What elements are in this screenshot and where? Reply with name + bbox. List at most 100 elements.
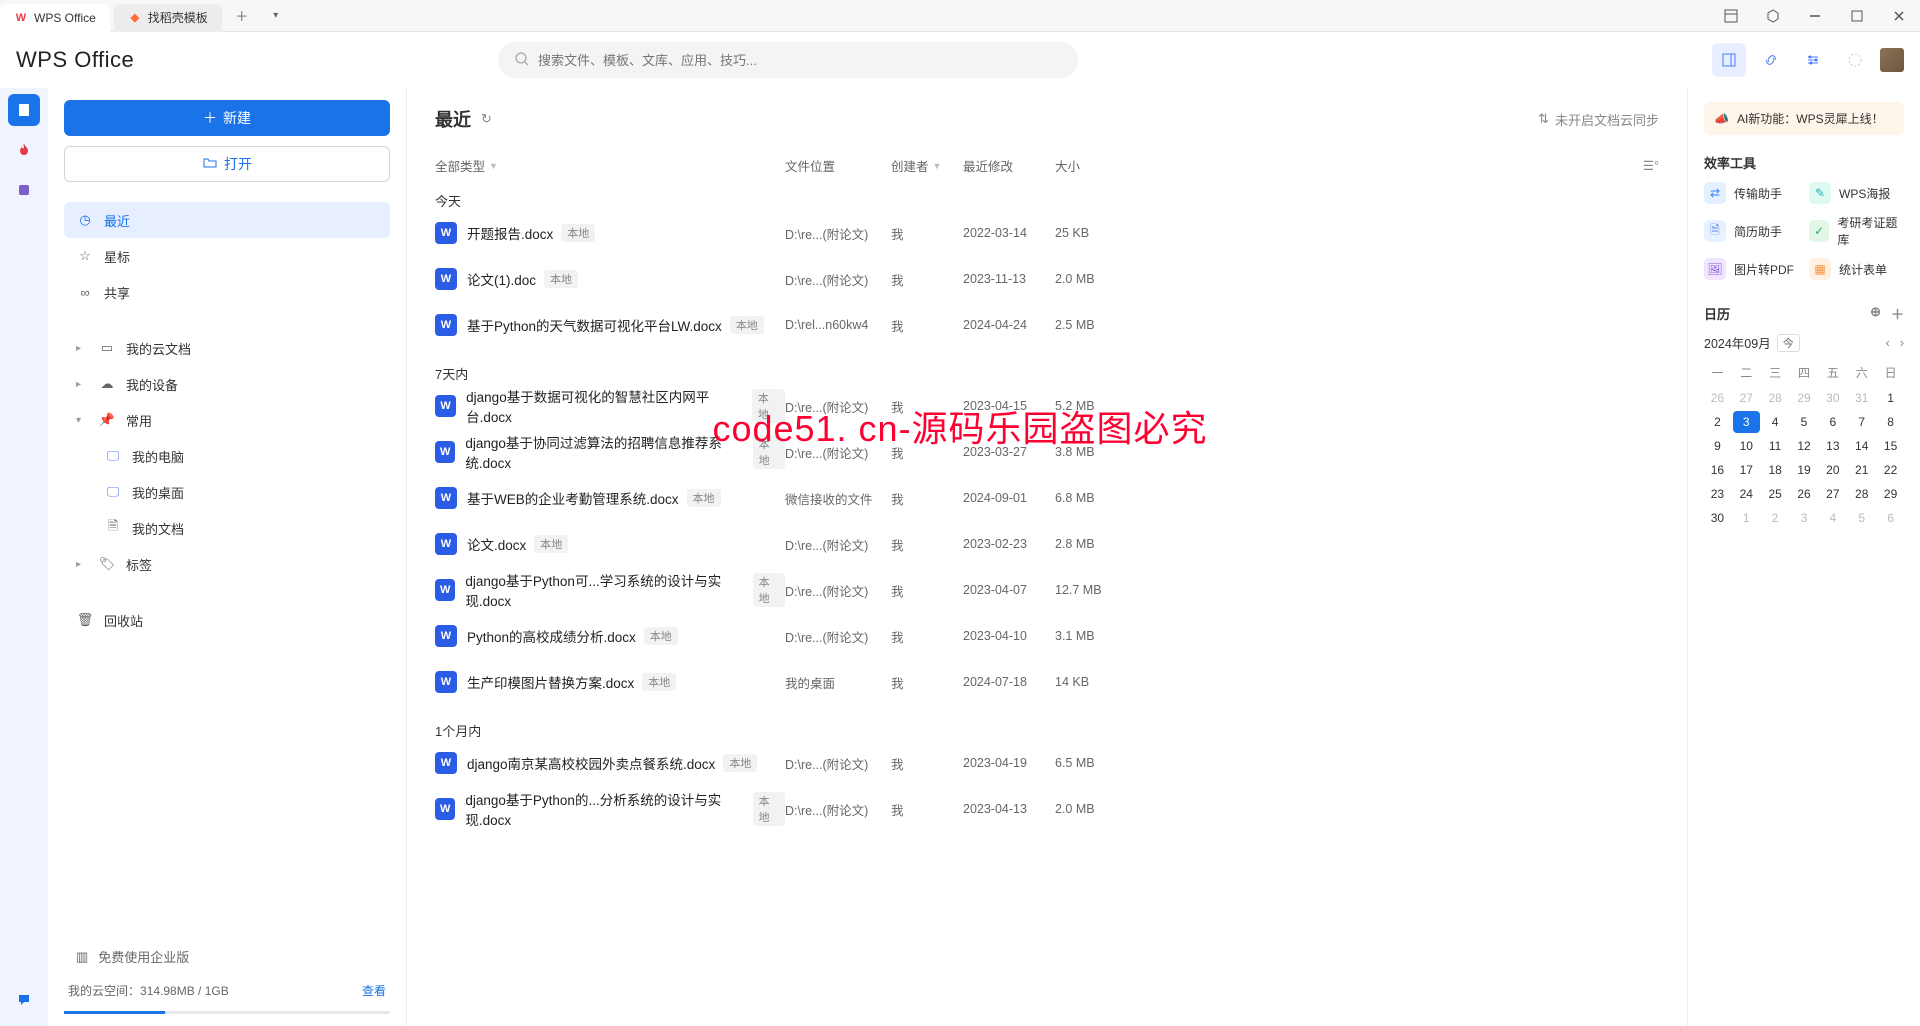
calendar-day[interactable]: 16: [1704, 459, 1731, 481]
calendar-day[interactable]: 25: [1762, 483, 1789, 505]
maximize-button[interactable]: [1836, 0, 1878, 32]
calendar-day[interactable]: 28: [1848, 483, 1875, 505]
nav-my-pc[interactable]: 🖵我的电脑: [64, 438, 390, 474]
tool-item[interactable]: ▦统计表单: [1809, 258, 1904, 280]
filter-modified[interactable]: 最近修改: [963, 156, 1055, 175]
tab-daoke-template[interactable]: ◆ 找稻壳模板: [114, 4, 222, 32]
calendar-day[interactable]: 7: [1848, 411, 1875, 433]
rail-app-button[interactable]: [8, 174, 40, 206]
nav-trash[interactable]: 🗑回收站: [64, 602, 390, 638]
nav-my-desktop[interactable]: 🖵我的桌面: [64, 474, 390, 510]
calendar-day[interactable]: 28: [1762, 387, 1789, 409]
close-button[interactable]: [1878, 0, 1920, 32]
nav-share[interactable]: ∞共享: [64, 274, 390, 310]
notification-icon[interactable]: [1838, 43, 1872, 77]
calendar-day[interactable]: 26: [1791, 483, 1818, 505]
calendar-day[interactable]: 6: [1877, 507, 1904, 529]
file-row[interactable]: W 基于WEB的企业考勤管理系统.docx 本地 微信接收的文件 我 2024-…: [435, 475, 1659, 521]
calendar-day[interactable]: 6: [1819, 411, 1846, 433]
nav-my-docs[interactable]: 🗎我的文档: [64, 510, 390, 546]
calendar-day[interactable]: 27: [1819, 483, 1846, 505]
file-row[interactable]: W django南京某高校校园外卖点餐系统.docx 本地 D:\re...(附…: [435, 740, 1659, 786]
storage-view-link[interactable]: 查看: [362, 982, 386, 999]
sync-status[interactable]: ⇅ 未开启文档云同步: [1538, 110, 1659, 129]
search-input[interactable]: [538, 53, 1062, 68]
filter-size[interactable]: 大小: [1055, 156, 1155, 175]
calendar-day[interactable]: 17: [1733, 459, 1760, 481]
calendar-day[interactable]: 2: [1704, 411, 1731, 433]
file-row[interactable]: W Python的高校成绩分析.docx 本地 D:\re...(附论文) 我 …: [435, 613, 1659, 659]
file-row[interactable]: W django基于数据可视化的智慧社区内网平台.docx 本地 D:\re..…: [435, 383, 1659, 429]
calendar-day[interactable]: 19: [1791, 459, 1818, 481]
filter-location[interactable]: 文件位置: [785, 156, 891, 175]
rail-docs-button[interactable]: [8, 94, 40, 126]
tool-item[interactable]: 🖼图片转PDF: [1704, 258, 1799, 280]
file-row[interactable]: W django基于协同过滤算法的招聘信息推荐系统.docx 本地 D:\re.…: [435, 429, 1659, 475]
calendar-next-icon[interactable]: ›: [1900, 336, 1904, 350]
calendar-day[interactable]: 15: [1877, 435, 1904, 457]
settings-icon[interactable]: [1796, 43, 1830, 77]
rail-feedback-button[interactable]: [8, 984, 40, 1016]
calendar-plus-icon[interactable]: ＋: [1891, 304, 1904, 323]
user-avatar[interactable]: [1880, 48, 1904, 72]
file-row[interactable]: W django基于Python可...学习系统的设计与实现.docx 本地 D…: [435, 567, 1659, 613]
calendar-today-button[interactable]: 今: [1777, 334, 1800, 352]
file-row[interactable]: W django基于Python的...分析系统的设计与实现.docx 本地 D…: [435, 786, 1659, 832]
tool-item[interactable]: ⇄传输助手: [1704, 182, 1799, 204]
calendar-day[interactable]: 29: [1791, 387, 1818, 409]
refresh-icon[interactable]: ↻: [481, 111, 492, 127]
calendar-day[interactable]: 30: [1704, 507, 1731, 529]
calendar-day[interactable]: 24: [1733, 483, 1760, 505]
calendar-prev-icon[interactable]: ‹: [1886, 336, 1890, 350]
calendar-add-icon[interactable]: ⊕: [1870, 304, 1881, 323]
tab-menu-button[interactable]: ▾: [262, 2, 290, 30]
file-row[interactable]: W 生产印模图片替换方案.docx 本地 我的桌面 我 2024-07-18 1…: [435, 659, 1659, 705]
calendar-day[interactable]: 1: [1877, 387, 1904, 409]
new-button[interactable]: ＋ 新建: [64, 100, 390, 136]
calendar-day[interactable]: 22: [1877, 459, 1904, 481]
calendar-day[interactable]: 4: [1819, 507, 1846, 529]
rail-fire-button[interactable]: [8, 134, 40, 166]
file-row[interactable]: W 论文(1).doc 本地 D:\re...(附论文) 我 2023-11-1…: [435, 256, 1659, 302]
calendar-day[interactable]: 30: [1819, 387, 1846, 409]
filter-creator[interactable]: 创建者 ▼: [891, 156, 963, 175]
window-layout-button[interactable]: [1710, 0, 1752, 32]
calendar-day[interactable]: 3: [1733, 411, 1760, 433]
calendar-day[interactable]: 20: [1819, 459, 1846, 481]
search-box[interactable]: [498, 42, 1078, 78]
filter-type[interactable]: 全部类型 ▼: [435, 156, 785, 175]
calendar-day[interactable]: 5: [1791, 411, 1818, 433]
nav-my-device[interactable]: ▸☁我的设备: [64, 366, 390, 402]
minimize-button[interactable]: [1794, 0, 1836, 32]
file-row[interactable]: W 开题报告.docx 本地 D:\re...(附论文) 我 2022-03-1…: [435, 210, 1659, 256]
calendar-day[interactable]: 14: [1848, 435, 1875, 457]
panel-toggle-button[interactable]: [1712, 43, 1746, 77]
filter-settings-icon[interactable]: ☰°: [1643, 158, 1659, 173]
file-row[interactable]: W 基于Python的天气数据可视化平台LW.docx 本地 D:\rel...…: [435, 302, 1659, 348]
tab-wps-office[interactable]: W WPS Office: [0, 4, 110, 32]
calendar-day[interactable]: 26: [1704, 387, 1731, 409]
calendar-day[interactable]: 8: [1877, 411, 1904, 433]
nav-tags[interactable]: ▸🏷标签: [64, 546, 390, 582]
cube-button[interactable]: [1752, 0, 1794, 32]
calendar-day[interactable]: 5: [1848, 507, 1875, 529]
file-row[interactable]: W 论文.docx 本地 D:\re...(附论文) 我 2023-02-23 …: [435, 521, 1659, 567]
tool-item[interactable]: ✎WPS海报: [1809, 182, 1904, 204]
calendar-day[interactable]: 29: [1877, 483, 1904, 505]
nav-cloud-docs[interactable]: ▸▭我的云文档: [64, 330, 390, 366]
calendar-day[interactable]: 1: [1733, 507, 1760, 529]
calendar-day[interactable]: 9: [1704, 435, 1731, 457]
calendar-day[interactable]: 21: [1848, 459, 1875, 481]
calendar-day[interactable]: 23: [1704, 483, 1731, 505]
link-icon[interactable]: [1754, 43, 1788, 77]
calendar-day[interactable]: 2: [1762, 507, 1789, 529]
nav-common[interactable]: ▾📌常用: [64, 402, 390, 438]
calendar-day[interactable]: 10: [1733, 435, 1760, 457]
open-button[interactable]: 打开: [64, 146, 390, 182]
nav-star[interactable]: ☆星标: [64, 238, 390, 274]
calendar-day[interactable]: 3: [1791, 507, 1818, 529]
calendar-day[interactable]: 13: [1819, 435, 1846, 457]
calendar-day[interactable]: 27: [1733, 387, 1760, 409]
new-tab-button[interactable]: ＋: [228, 2, 256, 30]
nav-recent[interactable]: ◷最近: [64, 202, 390, 238]
